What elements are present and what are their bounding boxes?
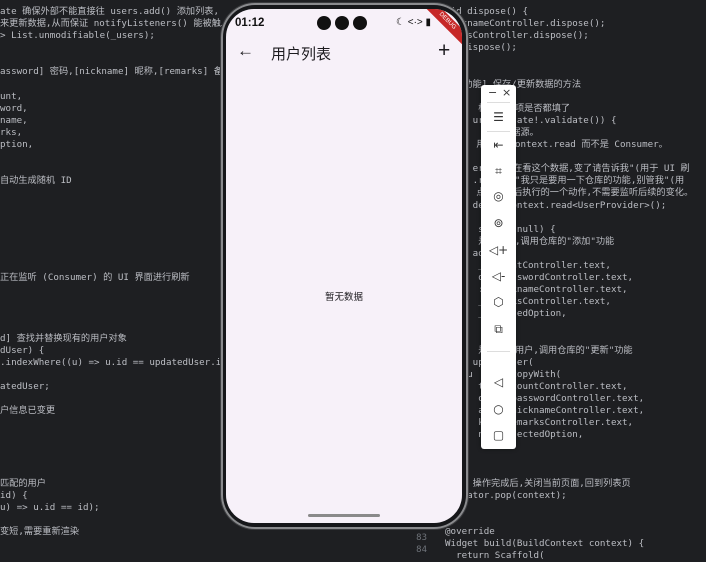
- divider: [487, 102, 510, 103]
- code-line: 来更新数据,从而保证 notifyListeners() 能被触发。: [0, 18, 222, 30]
- code-line: word,: [0, 102, 28, 114]
- line-number: 84: [416, 545, 427, 555]
- code-line: er.dispose();: [445, 42, 517, 54]
- code-line: id) {: [0, 489, 28, 501]
- home-indicator[interactable]: [308, 514, 380, 517]
- volume-up-icon[interactable]: ◁+: [487, 240, 510, 260]
- toolbar-window-controls: − ×: [481, 86, 516, 100]
- code-line: d] 查找并替换现有的用户对象: [0, 332, 127, 344]
- divider: [487, 131, 510, 132]
- add-icon[interactable]: +: [438, 39, 450, 63]
- screenshot-icon[interactable]: ⬡: [487, 292, 510, 312]
- status-bar: 01:12 ☾ <·> ▮ DEBUG: [226, 9, 462, 51]
- rotate-icon[interactable]: ◎: [487, 186, 510, 206]
- code-line: .indexWhere((u) => u.id == updatedUser.i…: [0, 356, 222, 368]
- code-line: / 4. 操作完成后,关闭当前页面,回到列表页: [445, 477, 631, 489]
- phone-screen: 01:12 ☾ <·> ▮ DEBUG ← 用户列表 + 暂无数据: [226, 9, 462, 523]
- volume-down-icon[interactable]: ◁-: [487, 266, 510, 286]
- close-icon[interactable]: ×: [502, 86, 511, 99]
- divider: [487, 351, 510, 352]
- code-line: 正在监听 (Consumer) 的 UI 界面进行刷新: [0, 272, 190, 284]
- camera-dot: [317, 16, 331, 30]
- code-line: 户信息已变更: [0, 405, 56, 417]
- code-line: assword] 密码,[nickname] 昵称,[remarks] 备注,[…: [0, 66, 222, 78]
- code-editor-left[interactable]: ate 确保外部不能直接往 users.add() 添加列表, 来更新数据,从而保…: [0, 6, 222, 538]
- minimize-icon[interactable]: −: [488, 86, 497, 99]
- code-line: dUser) {: [0, 344, 45, 356]
- power-icon[interactable]: ⇤: [487, 135, 510, 155]
- code-line: 变短,需要重新渲染: [0, 526, 80, 538]
- code-line: Widget build(BuildContext context) {: [445, 538, 645, 550]
- code-line: 匹配的用户: [0, 477, 46, 489]
- status-icons: ☾ <·> ▮: [396, 17, 432, 28]
- code-line: oid dispose() {: [445, 6, 528, 17]
- back-arrow-icon[interactable]: ←: [237, 41, 254, 61]
- menu-icon[interactable]: ☰: [487, 107, 510, 127]
- code-line: nicknameController.dispose();: [445, 18, 606, 30]
- nav-recents-icon[interactable]: ▢: [487, 425, 510, 445]
- app-bar: ← 用户列表 +: [226, 39, 462, 69]
- code-line: marksController.dispose();: [445, 30, 589, 42]
- emulator-toolbar: − × ☰ ⇤ ⌗ ◎ ⊚ ◁+ ◁- ⬡ ⧉ ◁ ○ ▢: [481, 85, 516, 449]
- code-line: 自动生成随机 ID: [0, 175, 72, 187]
- camera-dot: [335, 16, 349, 30]
- empty-state-text: 暂无数据: [324, 292, 363, 303]
- code-line: atedUser;: [0, 380, 50, 392]
- crop-icon[interactable]: ⌗: [487, 161, 510, 181]
- code-line: u) => u.id == id);: [0, 501, 100, 513]
- code-line: return Scaffold(: [445, 550, 545, 562]
- status-time: 01:12: [235, 17, 265, 29]
- page-title: 用户列表: [271, 46, 332, 63]
- rotate-alt-icon[interactable]: ⊚: [487, 213, 510, 233]
- code-line: ate 确保外部不能直接往 users.add() 添加列表,: [0, 6, 220, 17]
- code-line: rks,: [0, 126, 23, 138]
- line-number: 83: [416, 533, 427, 543]
- nav-back-icon[interactable]: ◁: [487, 372, 510, 392]
- camera-dot: [353, 16, 367, 30]
- code-line: name,: [0, 114, 28, 126]
- code-line: unt,: [0, 90, 23, 102]
- code-line: @override: [445, 526, 495, 538]
- nav-home-icon[interactable]: ○: [487, 399, 510, 419]
- copy-icon[interactable]: ⧉: [487, 319, 510, 339]
- code-line: ption,: [0, 139, 34, 151]
- code-line: > List.unmodifiable(_users);: [0, 30, 155, 42]
- code-line: avigator.pop(context);: [445, 489, 567, 501]
